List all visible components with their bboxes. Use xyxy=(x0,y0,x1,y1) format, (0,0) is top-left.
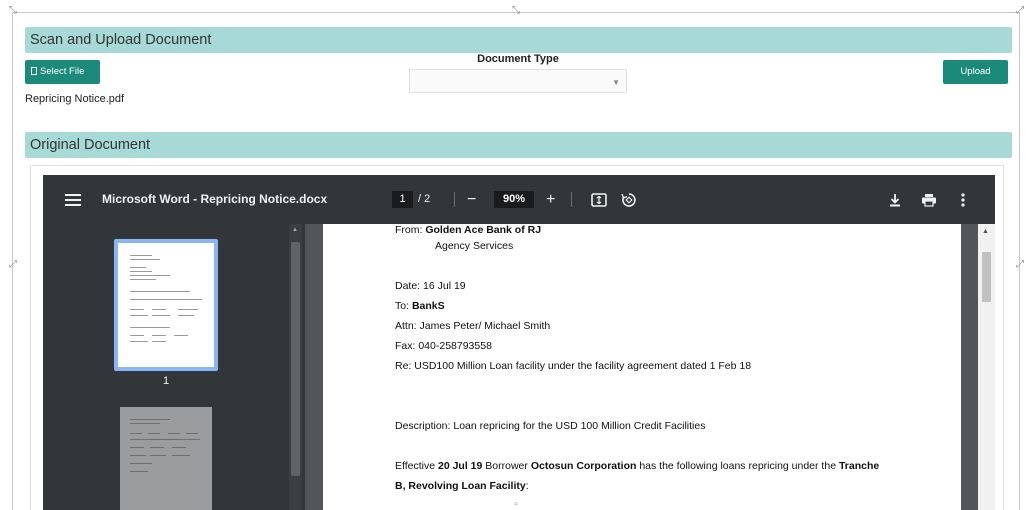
sidebar-scrollbar[interactable]: ▲ xyxy=(289,224,302,510)
resize-handle-bottom[interactable]: ▫ xyxy=(511,500,521,510)
page-scrollbar-thumb[interactable] xyxy=(982,252,991,302)
thumbnail-label-1: 1 xyxy=(162,375,170,387)
chevron-down-icon: ▼ xyxy=(612,78,620,87)
print-icon[interactable] xyxy=(921,175,937,224)
resize-handle-right[interactable]: ⤢ xyxy=(1015,260,1025,270)
resize-handle-top-left[interactable]: ⤡ xyxy=(8,6,18,16)
re-line: Re: USD100 Million Loan facility under t… xyxy=(395,360,752,372)
from-department: Agency Services xyxy=(435,240,514,252)
toolbar-divider xyxy=(571,192,572,207)
date-line: Date: 16 Jul 19 xyxy=(395,280,466,292)
scan-upload-section-header: Scan and Upload Document xyxy=(25,27,1012,53)
attn-line: Attn: James Peter/ Michael Smith xyxy=(395,320,551,332)
rotate-icon[interactable] xyxy=(621,175,637,224)
tranche-line: B, Revolving Loan Facility: xyxy=(395,480,529,492)
upload-button[interactable]: Upload xyxy=(943,60,1008,84)
resize-handle-top-right[interactable]: ⤢ xyxy=(1015,6,1025,16)
thumbnail-sidebar: 1 xyxy=(43,224,305,510)
total-pages: / 2 xyxy=(418,193,431,205)
download-icon[interactable] xyxy=(889,175,901,224)
resize-handle-top[interactable]: ⤡ xyxy=(511,6,521,16)
document-type-select[interactable]: ▼ xyxy=(409,69,627,93)
more-options-icon[interactable] xyxy=(961,175,965,224)
scroll-up-icon[interactable]: ▲ xyxy=(292,227,298,233)
description-line: Description: Loan repricing for the USD … xyxy=(395,420,706,432)
menu-icon[interactable] xyxy=(65,175,81,224)
to-line: To: BankS xyxy=(395,300,445,312)
sidebar-scrollbar-thumb[interactable] xyxy=(291,242,300,476)
select-file-label: Select File xyxy=(40,66,85,77)
document-type-label: Document Type xyxy=(477,53,559,65)
resize-handle-left[interactable]: ⤢ xyxy=(8,260,18,270)
page-number-input[interactable]: 1 xyxy=(392,191,413,208)
toolbar-divider xyxy=(454,192,455,207)
effective-line: Effective 20 Jul 19 Borrower Octosun Cor… xyxy=(395,460,880,472)
pdf-viewer: Microsoft Word - Repricing Notice.docx 1… xyxy=(43,175,995,510)
from-line: From: Golden Ace Bank of RJ xyxy=(395,224,542,236)
zoom-in-icon[interactable]: + xyxy=(546,175,555,224)
page-scrollbar[interactable]: ▲ xyxy=(978,224,995,510)
pdf-toolbar: Microsoft Word - Repricing Notice.docx 1… xyxy=(43,175,995,224)
original-document-section-header: Original Document xyxy=(25,132,1012,158)
pdf-document-title: Microsoft Word - Repricing Notice.docx xyxy=(102,192,328,206)
select-file-button[interactable]: Select File xyxy=(25,60,100,84)
file-icon xyxy=(31,67,37,75)
page-thumbnail-2[interactable] xyxy=(120,407,212,510)
fax-line: Fax: 040-258793558 xyxy=(395,340,492,352)
scroll-up-icon[interactable]: ▲ xyxy=(982,228,989,235)
page-thumbnail-1[interactable] xyxy=(118,243,214,367)
zoom-level-input[interactable]: 90% xyxy=(494,191,534,208)
fit-page-icon[interactable] xyxy=(591,175,607,224)
pdf-page: From: Golden Ace Bank of RJ Agency Servi… xyxy=(323,224,961,510)
selected-file-name: Repricing Notice.pdf xyxy=(25,93,125,105)
zoom-out-icon[interactable]: − xyxy=(467,175,476,224)
